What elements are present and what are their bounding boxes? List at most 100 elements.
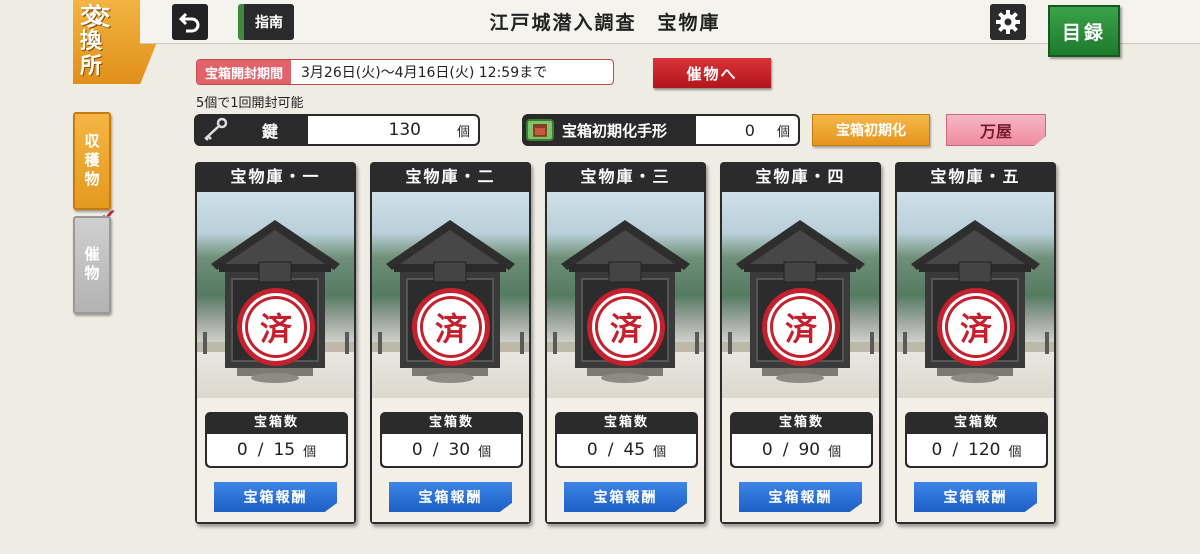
chest-count-unit: 個 [303, 444, 317, 460]
reset-chests-label: 宝箱初期化 [836, 123, 906, 139]
chest-count-unit: 個 [1008, 444, 1022, 460]
chest-count-current: 0 [586, 440, 598, 460]
chest-count-label: 宝箱数 [778, 415, 824, 430]
ticket-value-box: 0 個 [696, 116, 798, 144]
treasury-scene: 済 [197, 192, 354, 398]
chest-reward-button[interactable]: 宝箱報酬 [914, 482, 1037, 512]
chest-count-box: 宝箱数 0 / 120 個 [905, 412, 1048, 468]
chest-count-total: 15 [273, 440, 296, 460]
chest-count-box: 宝箱数 0 / 15 個 [205, 412, 348, 468]
chest-count-total: 90 [798, 440, 821, 460]
treasury-footer: 宝箱数 0 / 15 個 宝箱報酬 [197, 398, 354, 522]
treasury-card: 宝物庫・五 済 宝箱数 0 / 120 個 宝箱報酬 [895, 162, 1056, 524]
chest-count-box: 宝箱数 0 / 30 個 [380, 412, 523, 468]
chest-count-values: 0 / 45 個 [557, 434, 696, 466]
treasury-card: 宝物庫・一 済 宝箱数 0 / 15 個 宝箱報酬 [195, 162, 356, 524]
treasury-footer: 宝箱数 0 / 45 個 宝箱報酬 [547, 398, 704, 522]
chest-count-values: 0 / 15 個 [207, 434, 346, 466]
chest-count-unit: 個 [828, 444, 842, 460]
chest-reward-button[interactable]: 宝箱報酬 [564, 482, 687, 512]
tab-event[interactable]: 催物 [73, 216, 111, 314]
chest-count-values: 0 / 30 個 [382, 434, 521, 466]
settings-button[interactable] [990, 4, 1026, 40]
treasury-title: 宝物庫・一 [230, 167, 321, 186]
treasury-title: 宝物庫・五 [930, 167, 1021, 186]
chest-reward-label: 宝箱報酬 [593, 490, 658, 506]
chest-count-separator: / [607, 440, 614, 460]
key-value: 130 [388, 120, 421, 140]
key-icon [198, 115, 232, 145]
completed-stamp: 済 [937, 288, 1015, 366]
completed-stamp: 済 [237, 288, 315, 366]
event-button-label: 催物へ [686, 64, 738, 83]
ticket-unit: 個 [776, 124, 790, 140]
treasury-footer: 宝箱数 0 / 120 個 宝箱報酬 [897, 398, 1054, 522]
catalog-label: 目録 [1061, 21, 1106, 44]
completed-stamp: 済 [587, 288, 665, 366]
catalog-button[interactable]: 目録 [1048, 5, 1120, 57]
period-value: 3月26日(火)〜4月16日(火) 12:59まで [301, 65, 548, 81]
treasury-footer: 宝箱数 0 / 30 個 宝箱報酬 [372, 398, 529, 522]
chest-count-current: 0 [236, 440, 248, 460]
completed-stamp: 済 [762, 288, 840, 366]
event-button[interactable]: 催物へ [653, 58, 771, 88]
chest-count-separator: / [782, 440, 789, 460]
store-label: 万屋 [979, 122, 1012, 141]
chest-count-current: 0 [411, 440, 423, 460]
chest-count-label: 宝箱数 [428, 415, 474, 430]
chest-reward-label: 宝箱報酬 [768, 490, 833, 506]
guide-button[interactable]: 指南 [238, 4, 294, 40]
open-period: 宝箱開封期間 3月26日(火)〜4月16日(火) 12:59まで [196, 59, 615, 85]
gear-icon [996, 10, 1020, 34]
treasury-title: 宝物庫・四 [755, 167, 846, 186]
chest-reward-label: 宝箱報酬 [943, 490, 1008, 506]
treasury-card: 宝物庫・四 済 宝箱数 0 / 90 個 宝箱報酬 [720, 162, 881, 524]
completed-stamp: 済 [412, 288, 490, 366]
chest-count-box: 宝箱数 0 / 90 個 [730, 412, 873, 468]
chest-count-separator: / [257, 440, 264, 460]
chest-count-label: 宝箱数 [953, 415, 999, 430]
back-arrow-icon [178, 12, 200, 33]
chest-count-label: 宝箱数 [603, 415, 649, 430]
treasury-title: 宝物庫・二 [405, 167, 496, 186]
chest-count-total: 120 [968, 440, 1001, 460]
treasury-scene: 済 [897, 192, 1054, 398]
shop-badge-char-1b: 交 [80, 4, 103, 29]
chest-count-values: 0 / 120 個 [907, 434, 1046, 466]
chest-reward-button[interactable]: 宝箱報酬 [389, 482, 512, 512]
key-counter: 鍵 130 個 [194, 114, 480, 146]
chest-reward-button[interactable]: 宝箱報酬 [214, 482, 337, 512]
shop-badge-char-3: 所 [80, 54, 103, 79]
treasury-card: 宝物庫・三 済 宝箱数 0 / 45 個 宝箱報酬 [545, 162, 706, 524]
tab-harvest[interactable]: 収穫物 [73, 112, 111, 210]
store-button[interactable]: 万屋 [946, 114, 1046, 146]
open-note: 5個で1回開封可能 [196, 96, 304, 111]
reset-ticket-counter: 宝箱初期化手形 0 個 [522, 114, 800, 146]
chest-count-values: 0 / 90 個 [732, 434, 871, 466]
chest-count-total: 30 [448, 440, 471, 460]
treasury-scene: 済 [722, 192, 879, 398]
chest-count-box: 宝箱数 0 / 45 個 [555, 412, 698, 468]
treasury-title: 宝物庫・三 [580, 167, 671, 186]
period-label: 宝箱開封期間 [197, 60, 292, 84]
chest-reward-label: 宝箱報酬 [418, 490, 483, 506]
chest-reward-button[interactable]: 宝箱報酬 [739, 482, 862, 512]
ticket-icon [522, 115, 558, 145]
reset-chests-button[interactable]: 宝箱初期化 [812, 114, 930, 146]
back-button[interactable] [172, 4, 208, 40]
treasury-scene: 済 [372, 192, 529, 398]
tab-harvest-label: 収穫物 [82, 132, 101, 190]
chest-count-total: 45 [623, 440, 646, 460]
chest-count-current: 0 [761, 440, 773, 460]
tab-event-label: 催物 [82, 246, 101, 284]
treasury-footer: 宝箱数 0 / 90 個 宝箱報酬 [722, 398, 879, 522]
shop-badge-text: 交 換 所 [80, 4, 102, 79]
treasury-card: 宝物庫・二 済 宝箱数 0 / 30 個 宝箱報酬 [370, 162, 531, 524]
shop-badge-char-2: 換 [80, 29, 103, 54]
chest-count-unit: 個 [478, 444, 492, 460]
ticket-value: 0 [744, 120, 755, 140]
chest-count-separator: / [952, 440, 959, 460]
chest-count-separator: / [432, 440, 439, 460]
ticket-label: 宝箱初期化手形 [562, 121, 668, 140]
page-title: 江戸城潜入調査 宝物庫 [489, 12, 721, 34]
